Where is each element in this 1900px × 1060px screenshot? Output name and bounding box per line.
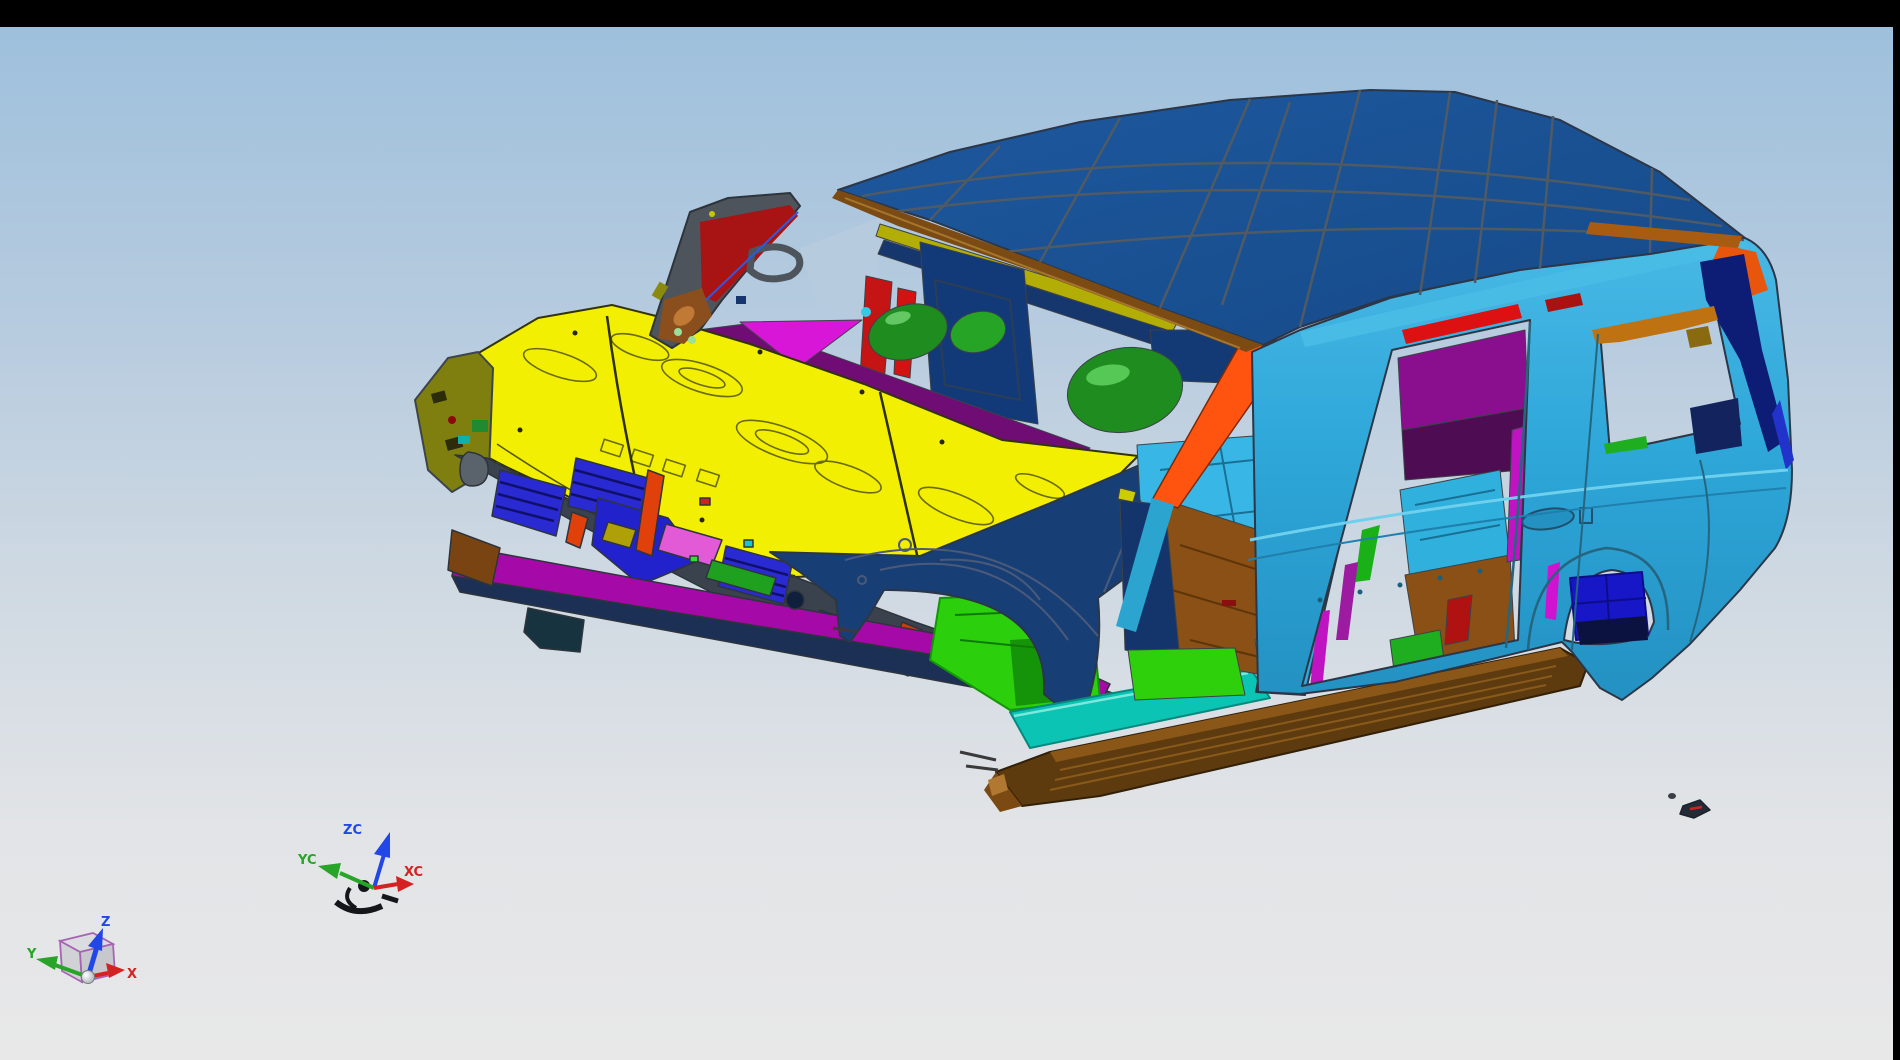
cad-viewport[interactable]: ZC YC XC Z Y — [0, 0, 1900, 1060]
wcs-z-label: ZC — [343, 823, 362, 838]
top-black-bar — [0, 0, 1900, 27]
wcs-x-label: XC — [404, 865, 423, 880]
datum-x-label: X — [127, 967, 137, 982]
datum-y-label: Y — [26, 947, 37, 962]
right-black-bar — [1893, 0, 1900, 1060]
datum-origin-sphere[interactable] — [82, 971, 95, 984]
wcs-y-label: YC — [297, 853, 317, 868]
datum-z-label: Z — [101, 915, 110, 930]
